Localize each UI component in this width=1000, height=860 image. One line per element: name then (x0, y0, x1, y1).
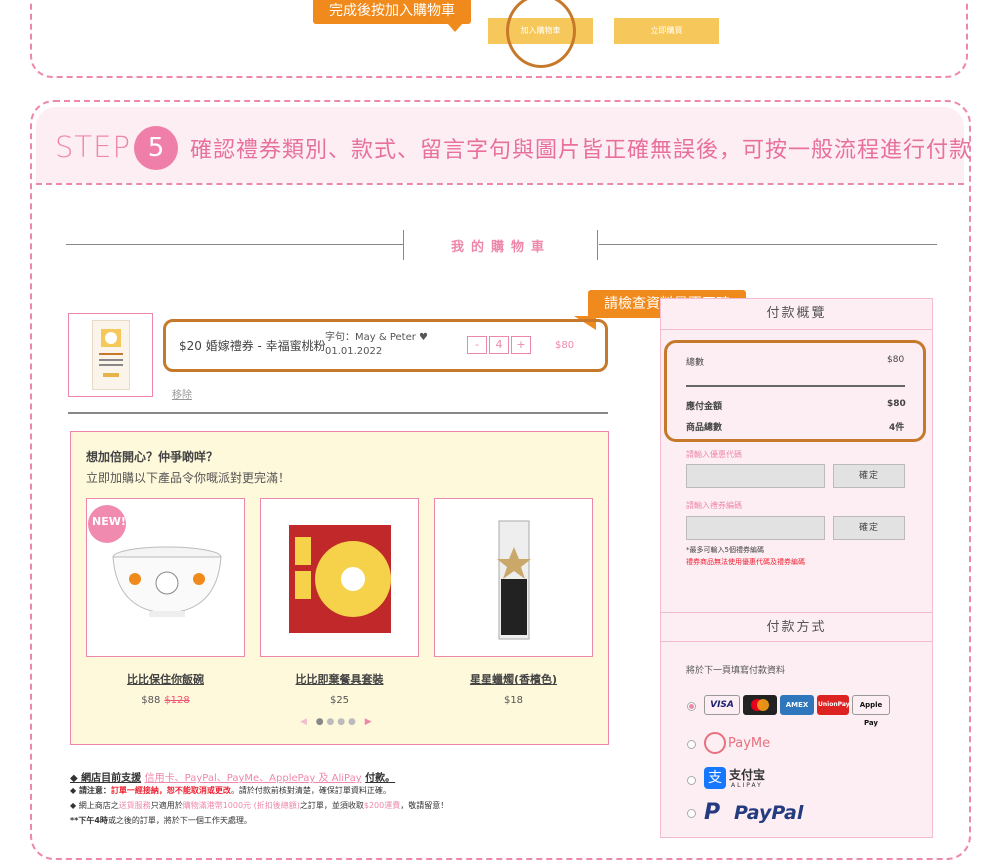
coupon-label: 請輸入優惠代碼 (686, 450, 742, 459)
voucher-note: *最多可輸入5個禮券編碼 (686, 546, 764, 554)
cart-title: 我的購物車 (404, 236, 598, 255)
radio-card[interactable] (687, 702, 696, 711)
cart-item-message: 字句：May & Peter ♥ 01.01.2022 (325, 331, 428, 359)
upsell-title: 想加倍開心？仲爭啲咩？ (86, 450, 219, 464)
product-price: $88 $128 (86, 695, 245, 706)
note-text: 付款。 (365, 773, 396, 784)
cart-title-text: 我的購物車 (450, 240, 551, 255)
buy-now-button[interactable]: 立即購買 (614, 18, 719, 44)
original-price: $128 (164, 695, 190, 706)
voucher-label: 請輸入禮券編碼 (686, 501, 742, 510)
alipay-sublabel: ALIPAY (731, 782, 763, 789)
note-warning: 訂單一經接納，恕不能取消或更改 (110, 786, 231, 795)
unionpay-icon: UnionPay (817, 695, 850, 715)
payable-value: $80 (887, 399, 906, 409)
tip-callout-add-to-cart: 完成後按加入購物車 (313, 0, 471, 32)
new-badge: NEW! (92, 515, 126, 528)
payable-label: 應付金額 (686, 402, 723, 412)
coupon-code-input[interactable] (686, 464, 825, 488)
carousel-prev-arrow[interactable]: ◀ (300, 717, 307, 727)
note-text: ◆ 網上商店之 (70, 801, 119, 810)
total-label: 總數 (686, 358, 705, 368)
note-no-cancel: ◆ 請注意：訂單一經接納，恕不能取消或更改。請於付款前核對清楚，確保訂單資料正確… (70, 785, 391, 796)
total-value: $80 (887, 355, 905, 365)
message-date: 01.01.2022 (325, 346, 383, 357)
product-price: $18 (503, 695, 524, 706)
product-price: $25 (329, 695, 350, 706)
voucher-confirm-button[interactable]: 確定 (833, 516, 905, 540)
remove-link[interactable]: 移除 (172, 386, 192, 401)
qty-value[interactable]: 4 (489, 336, 509, 354)
note-text: $200運費 (363, 801, 401, 810)
apple-pay-icon: Apple Pay (852, 695, 890, 727)
payment-note: 將於下一頁填寫付款資料 (686, 666, 786, 676)
quantity-stepper[interactable]: - 4 + (467, 336, 533, 354)
pagination-dot[interactable]: ● (348, 717, 356, 727)
divider (599, 244, 937, 245)
note-text: **下午4時 (70, 816, 108, 825)
note-delivery: ◆ 網上商店之送貨服務只適用於購物滿港幣1000元 (折扣後總額)之訂單，並須收… (70, 800, 448, 811)
step-instruction: 確認禮券類別、款式、留言字句與圖片皆正確無誤後，可按一般流程進行付款 (190, 138, 973, 163)
pagination-dot[interactable]: ● (337, 717, 345, 727)
note-text: 購物滿港幣1000元 (折扣後總額) (182, 801, 300, 810)
carousel-pagination: ◀ ● ● ● ● ▶ (300, 717, 372, 727)
voucher-code-input[interactable] (686, 516, 825, 540)
divider (66, 244, 404, 245)
paypal-label: PayPal (734, 802, 804, 824)
product-card-tableware[interactable] (260, 498, 419, 657)
note-text: 或之後的訂單，將於下一個工作天處理。 (107, 816, 252, 825)
voucher-warning: 禮券商品無法使用優惠代碼及禮券編碼 (686, 558, 805, 566)
payment-method-title: 付款方式 (660, 612, 933, 642)
alipay-label: 支付宝 (729, 768, 766, 782)
note-text: ，敬請留意！ (400, 801, 449, 810)
cart-item-name: $20 婚嫁禮券 - 幸福蜜桃粉 (179, 339, 326, 353)
divider (686, 385, 905, 387)
qty-minus-button[interactable]: - (467, 336, 487, 354)
product-card-candle[interactable] (434, 498, 593, 657)
step-number: 5 (134, 126, 178, 170)
alipay-icon: 支 (704, 767, 726, 789)
divider (68, 412, 608, 414)
message-line: 字句：May & Peter ♥ (325, 332, 428, 343)
note-text: ◆ 網店目前支援 (70, 773, 142, 784)
items-count-value: 4件 (889, 423, 905, 433)
note-text: ◆ 請注意： (70, 786, 111, 795)
product-name[interactable]: 星星蠟燭(香檳色) (434, 671, 593, 687)
step-label: STEP (55, 130, 131, 164)
pagination-dot[interactable]: ● (327, 717, 335, 727)
radio-alipay[interactable] (687, 776, 696, 785)
note-text: 只適用於 (150, 801, 183, 810)
coupon-confirm-button[interactable]: 確定 (833, 464, 905, 488)
voucher-image (92, 320, 130, 390)
sale-price: $88 (141, 695, 161, 706)
payme-icon (704, 732, 726, 754)
carousel-next-arrow[interactable]: ▶ (365, 717, 372, 727)
note-text: 。請於付款前核對清楚，確保訂單資料正確。 (230, 786, 391, 795)
radio-payme[interactable] (687, 740, 696, 749)
note-processing: **下午4時或之後的訂單，將於下一個工作天處理。 (70, 815, 252, 826)
pagination-dot-active[interactable]: ● (316, 717, 324, 727)
amex-icon: AMEX (780, 695, 814, 715)
qty-plus-button[interactable]: + (511, 336, 531, 354)
note-text: 之訂單，並須收取 (299, 801, 364, 810)
note-payment-methods: ◆ 網店目前支援 信用卡、PayPal、PayMe、ApplePay 及 Ali… (70, 769, 395, 784)
summary-title: 付款概覽 (660, 298, 933, 330)
payme-label: PayMe (728, 736, 771, 751)
cart-item-price: $80 (555, 340, 575, 351)
radio-paypal[interactable] (687, 809, 696, 818)
upsell-subtitle: 立即加購以下產品令你嘅派對更完滿！ (86, 471, 291, 485)
paypal-icon: P (704, 800, 721, 825)
note-text: 送貨服務 (118, 801, 151, 810)
items-count-label: 商品總數 (686, 423, 723, 433)
visa-icon: VISA (704, 695, 740, 715)
step-divider (36, 183, 964, 185)
product-name[interactable]: 比比即棄餐具套裝 (260, 671, 419, 687)
note-methods: 信用卡、PayPal、PayMe、ApplePay 及 AliPay (144, 773, 362, 784)
product-name[interactable]: 比比保住你飯碗 (86, 671, 245, 687)
mastercard-icon (743, 695, 777, 715)
